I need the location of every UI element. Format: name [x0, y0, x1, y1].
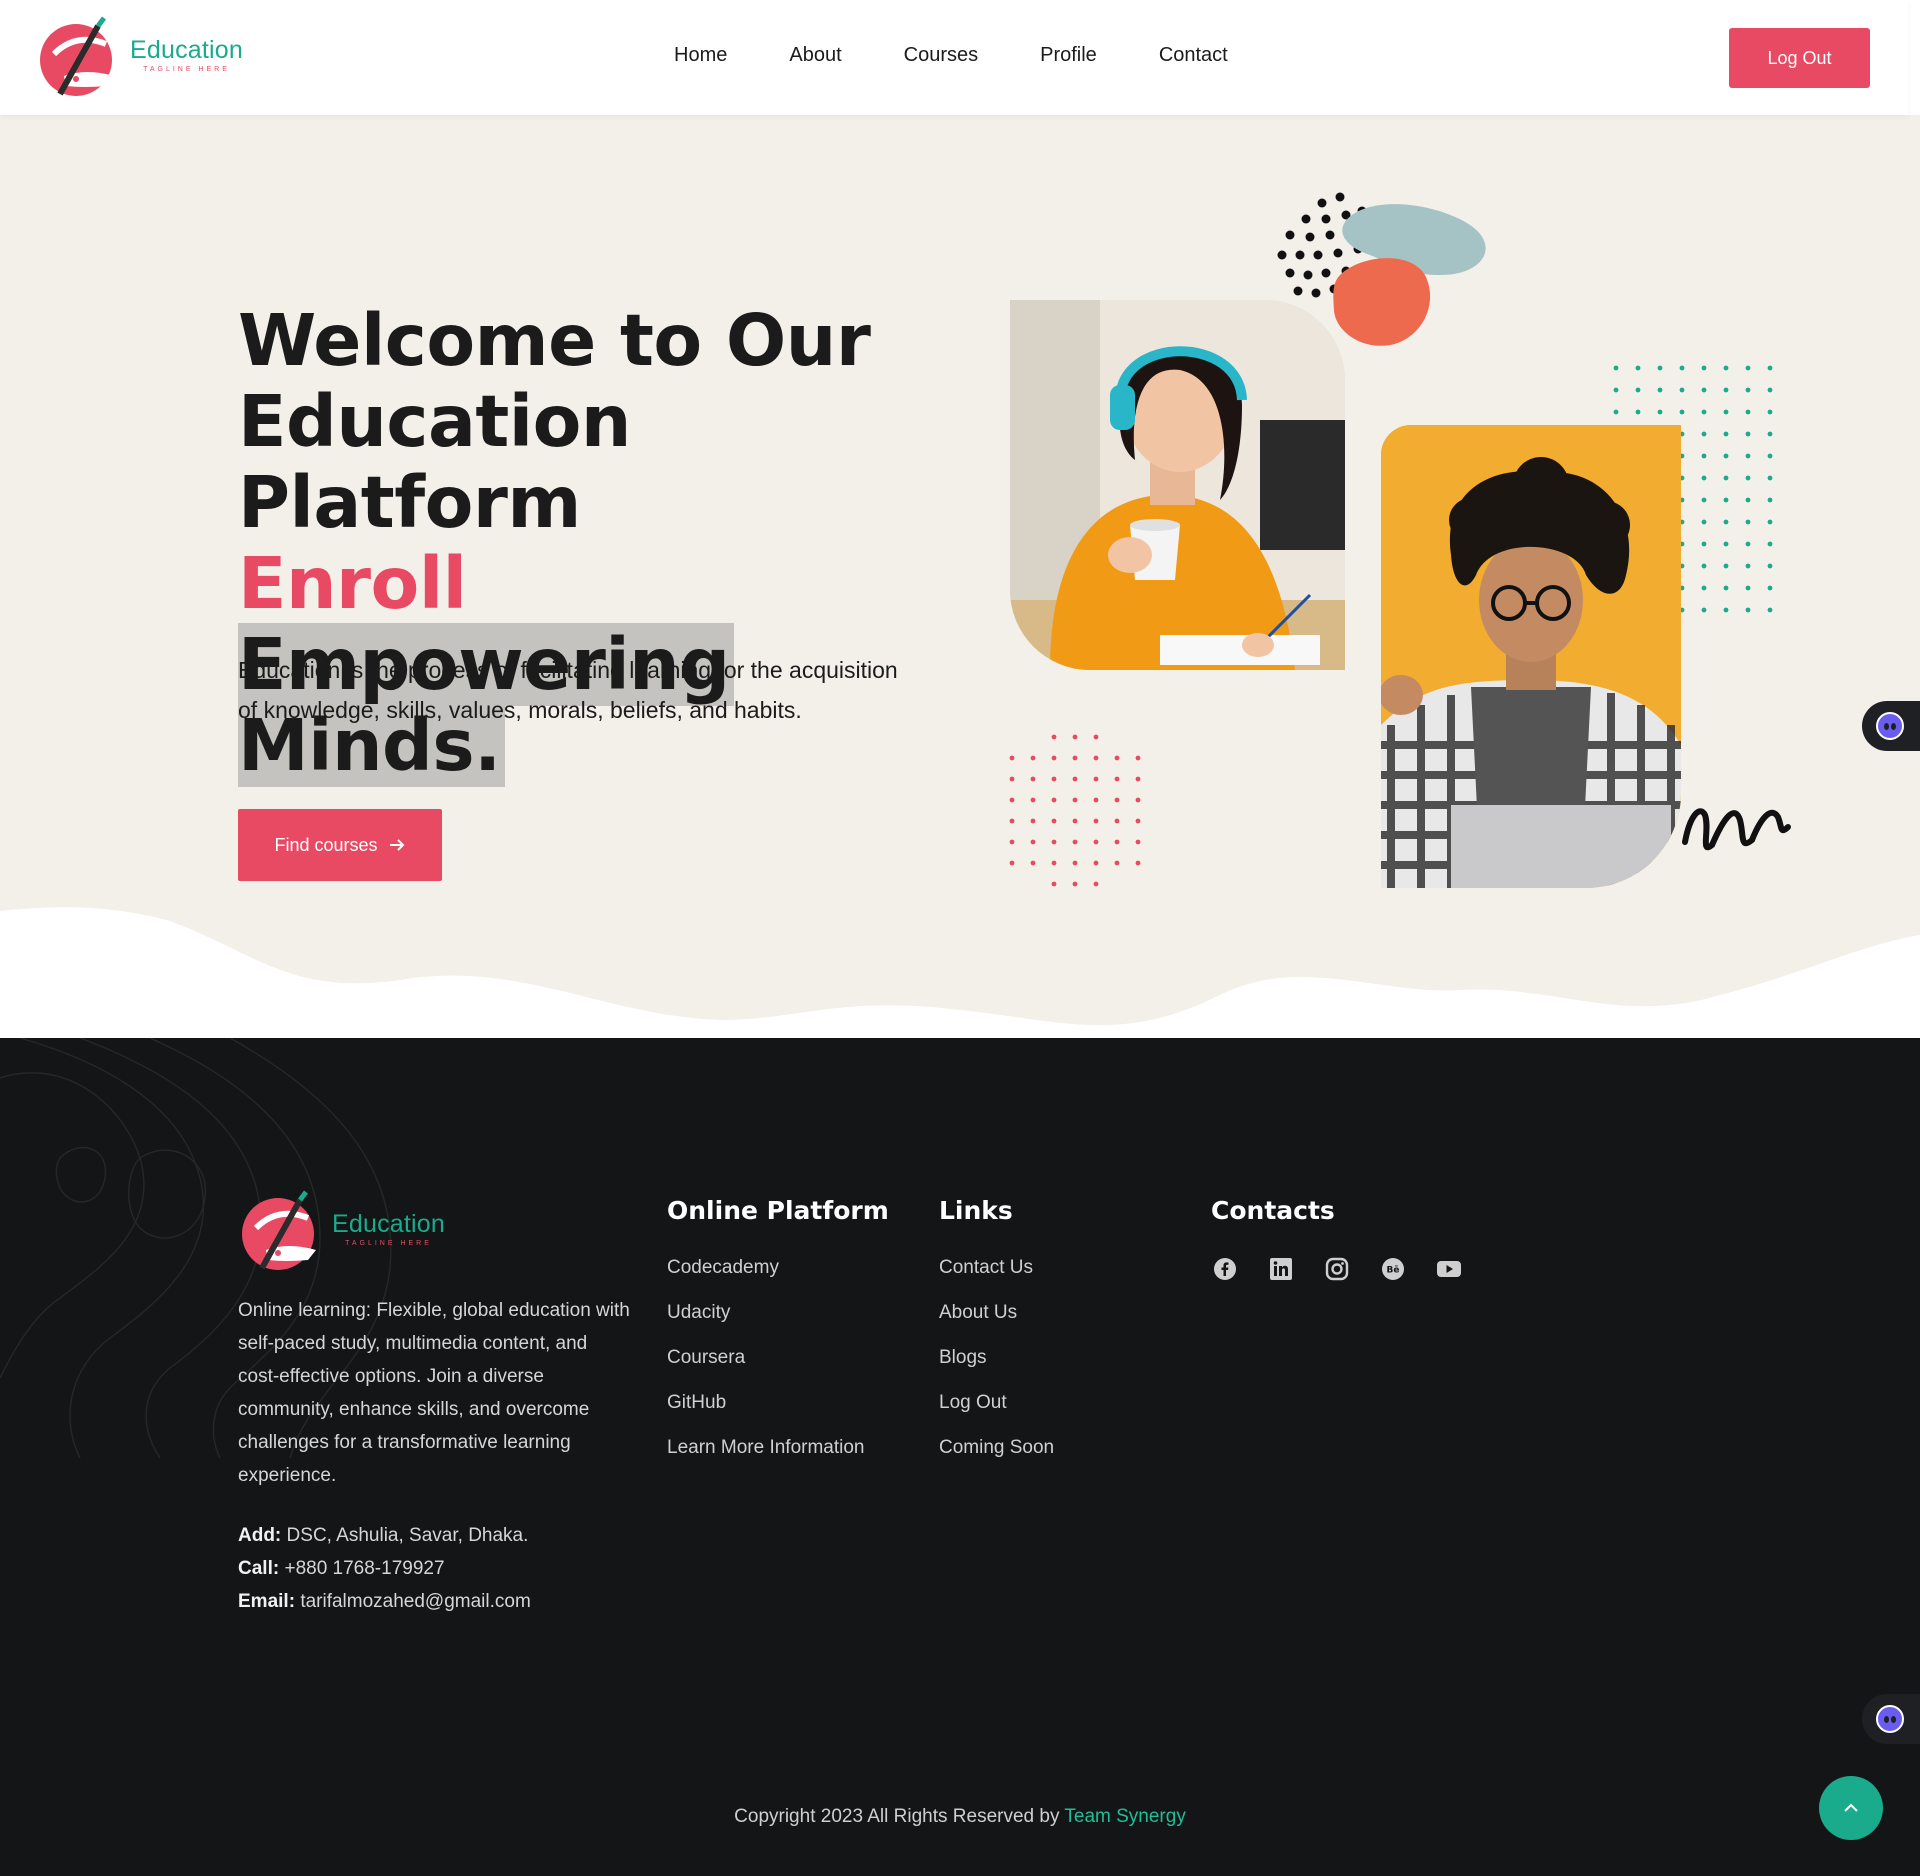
- platform-link[interactable]: Learn More Information: [667, 1435, 889, 1460]
- find-courses-button[interactable]: Find courses: [238, 809, 442, 881]
- linkedin-icon[interactable]: [1267, 1255, 1295, 1283]
- brand-logo[interactable]: Education TAGLINE HERE: [36, 14, 243, 100]
- brand-name: Education: [130, 35, 243, 64]
- chat-bot-icon: [1876, 712, 1904, 740]
- logout-button[interactable]: Log Out: [1729, 28, 1870, 88]
- nav-profile[interactable]: Profile: [1040, 44, 1097, 67]
- nav-about[interactable]: About: [789, 44, 841, 67]
- nav-home[interactable]: Home: [674, 44, 727, 67]
- nav-courses[interactable]: Courses: [904, 44, 978, 67]
- social-links: Bē: [1211, 1255, 1463, 1283]
- behance-icon[interactable]: Bē: [1379, 1255, 1407, 1283]
- links-heading: Links: [939, 1196, 1013, 1225]
- copyright-text: Copyright 2023 All Rights Reserved by: [734, 1806, 1060, 1827]
- hero-section: Welcome to Our Education Platform Enroll…: [0, 115, 1920, 1040]
- chat-bot-icon: [1876, 1705, 1904, 1733]
- footer-contact-info: Add: DSC, Ashulia, Savar, Dhaka. Call: +…: [238, 1519, 531, 1618]
- student-photo-man: [1381, 425, 1681, 888]
- pink-dot-decoration: [1009, 734, 1141, 887]
- arrow-right-icon: [389, 839, 404, 851]
- facebook-icon[interactable]: [1211, 1255, 1239, 1283]
- chevron-up-icon: [1844, 1803, 1858, 1812]
- address-value: DSC, Ashulia, Savar, Dhaka.: [286, 1525, 529, 1546]
- footer-logo-mark-icon: [238, 1188, 328, 1274]
- footer-links-column: Links Contact Us About Us Blogs Log Out …: [939, 1196, 1054, 1480]
- site-header: Education TAGLINE HERE Home About Course…: [0, 0, 1908, 115]
- chat-widget-toggle[interactable]: [1862, 701, 1920, 751]
- platform-link[interactable]: GitHub: [667, 1390, 889, 1415]
- email-label: Email:: [238, 1591, 296, 1612]
- svg-text:Bē: Bē: [1387, 1266, 1400, 1276]
- site-footer: Education TAGLINE HERE Online learning: …: [0, 1038, 1920, 1876]
- footer-description: Online learning: Flexible, global educat…: [238, 1300, 630, 1486]
- student-photo-woman: [1010, 300, 1345, 670]
- address-label: Add:: [238, 1525, 282, 1546]
- hero-title-line1: Welcome to Our: [238, 299, 871, 382]
- footer-link[interactable]: Coming Soon: [939, 1435, 1054, 1460]
- footer-brand-name: Education: [332, 1209, 445, 1238]
- platform-link[interactable]: Codecademy: [667, 1255, 889, 1280]
- footer-brand-logo[interactable]: Education TAGLINE HERE: [238, 1188, 445, 1274]
- footer-link[interactable]: Blogs: [939, 1345, 1054, 1370]
- platforms-heading: Online Platform: [667, 1196, 889, 1225]
- youtube-icon[interactable]: [1435, 1255, 1463, 1283]
- footer-email: Email: tarifalmozahed@gmail.com: [238, 1585, 531, 1618]
- footer-contacts-column: Contacts Bē: [1211, 1196, 1463, 1283]
- hero-title-enroll: Enroll: [238, 542, 467, 625]
- call-label: Call:: [238, 1558, 280, 1579]
- hero-title-line2: Education Platform: [238, 380, 631, 544]
- logo-mark-icon: [36, 14, 126, 100]
- chat-widget-toggle-lower[interactable]: [1862, 1694, 1920, 1744]
- call-value[interactable]: +880 1768-179927: [284, 1558, 444, 1579]
- footer-link[interactable]: Contact Us: [939, 1255, 1054, 1280]
- footer-call: Call: +880 1768-179927: [238, 1552, 531, 1585]
- footer-link[interactable]: About Us: [939, 1300, 1054, 1325]
- find-courses-label: Find courses: [274, 834, 378, 855]
- scroll-to-top-button[interactable]: [1819, 1776, 1883, 1840]
- copyright-link[interactable]: Team Synergy: [1064, 1806, 1185, 1827]
- instagram-icon[interactable]: [1323, 1255, 1351, 1283]
- footer-platforms-column: Online Platform Codecademy Udacity Cours…: [667, 1196, 889, 1480]
- platform-link[interactable]: Udacity: [667, 1300, 889, 1325]
- main-nav: Home About Courses Profile Contact: [674, 44, 1290, 67]
- nav-contact[interactable]: Contact: [1159, 44, 1228, 67]
- copyright: Copyright 2023 All Rights Reserved by Te…: [0, 1806, 1920, 1828]
- email-value[interactable]: tarifalmozahed@gmail.com: [300, 1591, 531, 1612]
- footer-address: Add: DSC, Ashulia, Savar, Dhaka.: [238, 1519, 531, 1552]
- footer-link[interactable]: Log Out: [939, 1390, 1054, 1415]
- hero-description: Education is the process of facilitating…: [238, 657, 898, 723]
- footer-brand-tagline: TAGLINE HERE: [345, 1239, 432, 1247]
- platform-link[interactable]: Coursera: [667, 1345, 889, 1370]
- contacts-heading: Contacts: [1211, 1196, 1335, 1225]
- brand-tagline: TAGLINE HERE: [143, 65, 230, 73]
